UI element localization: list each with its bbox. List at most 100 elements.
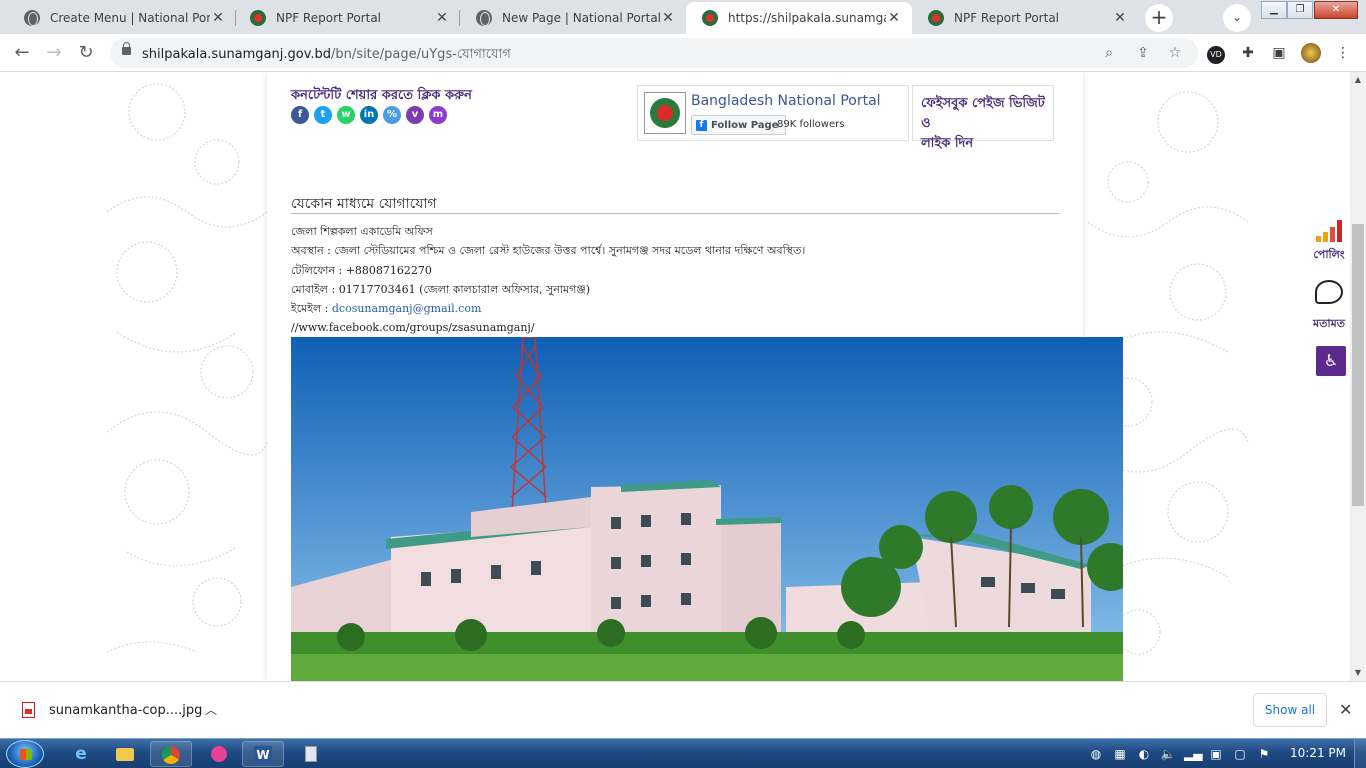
bd-govt-logo-icon[interactable] — [644, 92, 686, 134]
tab-title: NPF Report Portal — [954, 11, 1059, 25]
accessibility-button[interactable]: ♿ — [1316, 346, 1346, 376]
office-name: জেলা শিল্পকলা একাডেমি অফিস — [291, 225, 433, 238]
tab-title: New Page | National Portal — [502, 11, 660, 25]
new-tab-button[interactable]: + — [1145, 4, 1173, 32]
globe-icon — [24, 10, 40, 26]
close-icon[interactable]: ✕ — [434, 10, 450, 26]
url-text[interactable]: shilpakala.sunamganj.gov.bd/bn/site/page… — [142, 45, 511, 66]
copy-link-icon[interactable]: % — [383, 106, 401, 124]
app-window-icon[interactable] — [290, 741, 332, 767]
bd-portal-icon — [702, 10, 718, 26]
address-bar[interactable]: shilpakala.sunamganj.gov.bd/bn/site/page… — [110, 38, 1198, 68]
browser-toolbar: ← → ↻ shilpakala.sunamganj.gov.bd/bn/sit… — [0, 34, 1366, 72]
office-mobile: মোবাইল : 01717703461 (জেলা কালচারাল অফিস… — [291, 282, 591, 296]
scroll-down-arrow-icon[interactable]: ▼ — [1350, 665, 1366, 681]
maximize-button[interactable]: ❐ — [1287, 1, 1313, 19]
building-illustration — [291, 337, 1123, 681]
email-label: ইমেইল : — [291, 302, 332, 316]
office-email-row: ইমেইল : dcosunamganj@gmail.com — [291, 299, 805, 318]
tab-npf-report-1[interactable]: NPF Report Portal ✕ — [234, 2, 460, 34]
windows-taskbar: e W ◍ ▦ ◐ 🔈 ▂▄ ▣ ▢ ⚑ 10:21 PM — [0, 738, 1366, 768]
taskbar-clock[interactable]: 10:21 PM — [1290, 746, 1346, 760]
tab-strip: Create Menu | National Portal ✕ NPF Repo… — [0, 0, 1366, 34]
share-icon[interactable]: ⇪ — [1134, 44, 1152, 62]
linkedin-share-icon[interactable]: in — [360, 106, 378, 124]
avast-icon[interactable]: ◐ — [1136, 746, 1152, 762]
close-icon[interactable]: ✕ — [660, 10, 676, 26]
reload-button[interactable]: ↻ — [72, 39, 100, 67]
app-square-icon[interactable]: ▢ — [1232, 746, 1248, 762]
side-panel-icon[interactable]: ▣ — [1269, 43, 1289, 63]
profile-extension-icon[interactable]: VD — [1206, 43, 1226, 64]
follow-page-button[interactable]: f Follow Page — [691, 115, 786, 135]
facebook-page-name[interactable]: Bangladesh National Portal — [691, 93, 881, 109]
avatar-image — [1301, 43, 1321, 63]
tab-new-page[interactable]: New Page | National Portal ✕ — [460, 2, 686, 34]
show-all-button[interactable]: Show all — [1253, 693, 1327, 727]
poll-chart-icon[interactable] — [1316, 218, 1344, 242]
extensions-puzzle-icon[interactable]: ✚ — [1238, 43, 1258, 63]
avatar[interactable] — [1301, 43, 1321, 63]
academy-building-photo — [291, 337, 1123, 681]
close-icon[interactable]: ✕ — [1112, 10, 1128, 26]
contact-details: জেলা শিল্পকলা একাডেমি অফিস অবস্থান : জেল… — [291, 222, 805, 338]
poll-label[interactable]: পোলিং — [1308, 246, 1350, 265]
url-path: /bn/site/page/uYgs-যোগাযোগ — [331, 47, 511, 62]
globe-icon — [476, 10, 492, 26]
tab-create-menu[interactable]: Create Menu | National Portal ✕ — [8, 2, 236, 34]
facebook-visit-link[interactable]: ফেইসবুক পেইজ ভিজিট ও লাইক দিন — [912, 85, 1054, 151]
chrome-icon[interactable] — [150, 741, 192, 767]
chevron-up-icon[interactable]: ︿ — [205, 701, 217, 718]
followers-count: 89K followers — [777, 119, 845, 130]
download-file-name[interactable]: sunamkantha-cop....jpg — [49, 703, 202, 718]
forward-button[interactable]: → — [40, 39, 68, 67]
page-scrollbar[interactable]: ▲ ▼ — [1350, 72, 1366, 681]
scroll-up-arrow-icon[interactable]: ▲ — [1350, 72, 1366, 88]
facebook-page-widget: Bangladesh National Portal f Follow Page… — [637, 85, 909, 141]
scroll-thumb[interactable] — [1352, 224, 1364, 506]
close-icon[interactable]: ✕ — [886, 10, 902, 26]
close-icon[interactable]: ✕ — [1339, 700, 1352, 719]
tab-shilpakala[interactable]: https://shilpakala.sunamganj.g ✕ — [686, 2, 912, 34]
feedback-chat-icon[interactable] — [1315, 280, 1343, 304]
minimize-button[interactable]: ▁ — [1261, 1, 1287, 19]
window-close-button[interactable]: ✕ — [1314, 1, 1358, 19]
twitter-share-icon[interactable]: t — [314, 106, 332, 124]
back-button[interactable]: ← — [8, 39, 36, 67]
app-tray-icon[interactable]: ▦ — [1112, 746, 1128, 762]
signal-icon[interactable]: ▂▄ — [1184, 746, 1202, 762]
profile-badge: VD — [1207, 46, 1225, 64]
start-button[interactable] — [6, 740, 44, 768]
messenger-share-icon[interactable]: m — [429, 106, 447, 124]
email-link[interactable]: dcosunamganj@gmail.com — [332, 302, 482, 315]
tab-title: https://shilpakala.sunamganj.g — [728, 11, 886, 25]
facebook-share-icon[interactable]: f — [291, 106, 309, 124]
accessibility-icon: ♿ — [1323, 351, 1339, 370]
viber-share-icon[interactable]: v — [406, 106, 424, 124]
app-icon[interactable] — [198, 741, 240, 767]
volume-icon[interactable]: 🔈 — [1160, 746, 1176, 762]
file-explorer-icon[interactable] — [104, 741, 146, 767]
star-icon[interactable]: ☆ — [1166, 44, 1184, 62]
page-viewport[interactable]: কনটেন্টটি শেয়ার করতে ক্লিক করুন f t w i… — [0, 72, 1350, 681]
zoom-icon[interactable]: ⌕ — [1100, 44, 1118, 62]
menu-kebab-icon[interactable]: ⋮ — [1333, 43, 1353, 63]
tab-npf-report-2[interactable]: NPF Report Portal ✕ — [912, 2, 1138, 34]
tab-title: Create Menu | National Portal — [50, 11, 210, 25]
facebook-icon: f — [696, 119, 707, 131]
internet-explorer-icon[interactable]: e — [60, 741, 102, 767]
word-icon[interactable]: W — [242, 741, 284, 767]
close-icon[interactable]: ✕ — [210, 10, 226, 26]
flag-icon[interactable]: ⚑ — [1256, 746, 1272, 762]
network-tray-icon[interactable]: ◍ — [1088, 746, 1104, 762]
close-icon: ✕ — [1331, 4, 1341, 15]
whatsapp-share-icon[interactable]: w — [337, 106, 355, 124]
office-location: অবস্থান : জেলা স্টেডিয়ামের পশ্চিম ও জেল… — [291, 244, 806, 258]
visit-text-line-1: ফেইসবুক পেইজ ভিজিট ও — [921, 96, 1045, 131]
feedback-label[interactable]: মতামত — [1308, 315, 1350, 334]
show-desktop-button[interactable] — [1354, 739, 1366, 768]
content-panel: কনটেন্টটি শেয়ার করতে ক্লিক করুন f t w i… — [267, 72, 1123, 681]
tab-search-button[interactable]: ⌄ — [1223, 4, 1251, 32]
restore-icon: ❐ — [1295, 4, 1305, 15]
display-icon[interactable]: ▣ — [1208, 746, 1224, 762]
